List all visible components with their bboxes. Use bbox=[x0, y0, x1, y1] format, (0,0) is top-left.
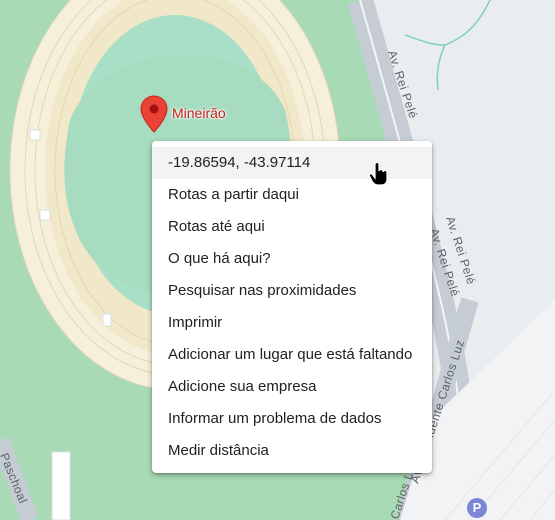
menu-item-whats-here[interactable]: O que há aqui? bbox=[152, 243, 432, 275]
place-label[interactable]: Mineirão bbox=[172, 105, 226, 121]
menu-item-coordinates[interactable]: -19.86594, -43.97114 bbox=[152, 147, 432, 179]
menu-item-add-missing-place[interactable]: Adicionar um lugar que está faltando bbox=[152, 339, 432, 371]
parking-icon[interactable]: P bbox=[467, 498, 487, 518]
hand-pointer-icon bbox=[368, 162, 388, 186]
menu-item-directions-to[interactable]: Rotas até aqui bbox=[152, 211, 432, 243]
menu-item-print[interactable]: Imprimir bbox=[152, 307, 432, 339]
menu-item-report-data-problem[interactable]: Informar um problema de dados bbox=[152, 403, 432, 435]
menu-item-directions-from[interactable]: Rotas a partir daqui bbox=[152, 179, 432, 211]
context-menu: -19.86594, -43.97114 Rotas a partir daqu… bbox=[152, 141, 432, 473]
map-pin-icon[interactable] bbox=[140, 95, 168, 133]
menu-item-search-nearby[interactable]: Pesquisar nas proximidades bbox=[152, 275, 432, 307]
menu-item-measure-distance[interactable]: Medir distância bbox=[152, 435, 432, 467]
menu-item-add-business[interactable]: Adicione sua empresa bbox=[152, 371, 432, 403]
